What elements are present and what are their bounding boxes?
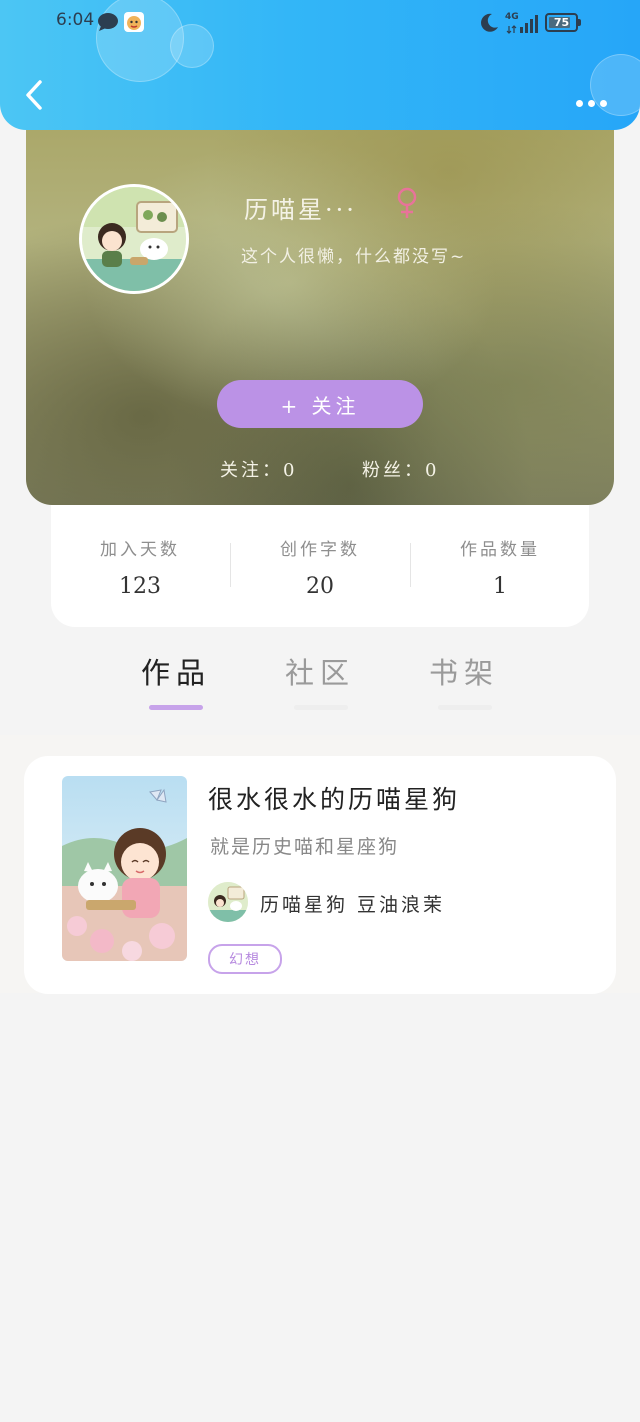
moon-icon bbox=[478, 12, 500, 34]
stat-join-days: 加入天数 123 bbox=[51, 535, 229, 599]
battery-level: 75 bbox=[553, 16, 570, 29]
genre-tag: 幻想 bbox=[208, 944, 282, 974]
fans-count[interactable]: 粉丝：0 bbox=[362, 456, 439, 482]
top-header: 6:04 4G 75 bbox=[0, 0, 640, 130]
decor-bubble bbox=[170, 24, 214, 68]
stat-works-count: 作品数量 1 bbox=[411, 535, 589, 599]
work-title[interactable]: 很水很水的历喵星狗 bbox=[208, 780, 460, 816]
work-author: 历喵星狗 豆油浪茉 bbox=[260, 894, 446, 916]
female-icon bbox=[396, 186, 418, 220]
back-button[interactable] bbox=[22, 78, 48, 112]
status-time: 6:04 bbox=[56, 10, 95, 30]
stat-label: 加入天数 bbox=[100, 540, 180, 560]
follow-button[interactable]: + 关注 bbox=[217, 380, 423, 428]
following-count[interactable]: 关注：0 bbox=[220, 456, 297, 482]
more-button[interactable] bbox=[576, 92, 616, 107]
profile-card: 历喵星··· 这个人很懒，什么都没写~ + 关注 关注：0 粉丝：0 bbox=[26, 100, 614, 505]
tab-community[interactable]: 社区 bbox=[260, 650, 380, 692]
author-avatar bbox=[208, 882, 248, 922]
chat-icon bbox=[97, 12, 119, 32]
chevron-left-icon bbox=[26, 80, 42, 110]
stats-card: 加入天数 123 创作字数 20 作品数量 1 bbox=[51, 505, 589, 627]
more-dots-icon bbox=[576, 92, 607, 111]
work-description: 就是历史喵和星座狗 bbox=[210, 836, 400, 858]
signal-icon bbox=[506, 12, 540, 34]
tab-bookshelf[interactable]: 书架 bbox=[404, 650, 524, 692]
stat-value: 123 bbox=[119, 574, 161, 599]
work-card[interactable]: 很水很水的历喵星狗 就是历史喵和星座狗 历喵星狗 豆油浪茉 幻想 bbox=[24, 756, 616, 994]
app-notification-icon bbox=[124, 12, 144, 32]
tab-indicator bbox=[294, 705, 348, 710]
stat-value: 1 bbox=[493, 574, 507, 599]
username: 历喵星··· bbox=[244, 196, 357, 224]
stat-value: 20 bbox=[306, 574, 334, 599]
stat-word-count: 创作字数 20 bbox=[231, 535, 409, 599]
stat-label: 创作字数 bbox=[280, 540, 360, 560]
tab-active-indicator bbox=[149, 705, 203, 710]
avatar[interactable] bbox=[79, 184, 189, 294]
tab-works[interactable]: 作品 bbox=[116, 650, 236, 692]
battery-icon: 75 bbox=[545, 13, 581, 32]
user-bio: 这个人很懒，什么都没写~ bbox=[241, 247, 467, 267]
book-cover[interactable] bbox=[62, 776, 187, 961]
tab-indicator bbox=[438, 705, 492, 710]
stat-label: 作品数量 bbox=[460, 540, 540, 560]
